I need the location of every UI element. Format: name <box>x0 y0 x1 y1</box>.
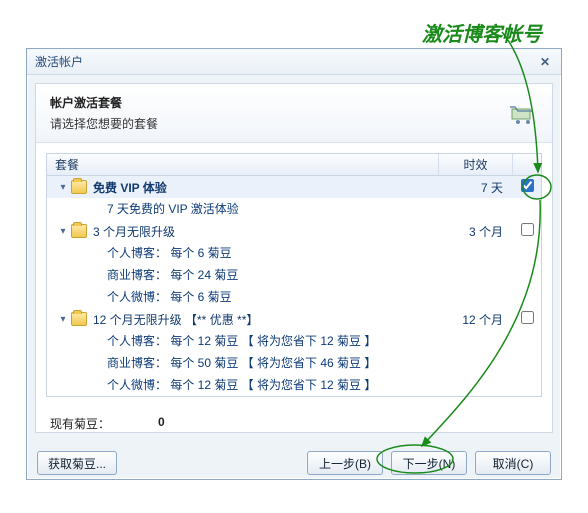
column-headers: 套餐 时效 <box>47 154 541 176</box>
folder-icon <box>71 312 87 326</box>
plan-row-12month[interactable]: ▾ 12 个月无限升级 【** 优惠 **】 12 个月 <box>47 308 541 330</box>
dialog-header: 帐户激活套餐 请选择您想要的套餐 <box>36 84 552 143</box>
next-button[interactable]: 下一步(N) <box>391 451 467 475</box>
expand-icon[interactable]: ▾ <box>57 182 69 193</box>
expand-icon[interactable]: ▾ <box>57 226 69 237</box>
plan-row-free-vip[interactable]: ▾ 免费 VIP 体验 7 天 <box>47 176 541 198</box>
plan-checkbox-free[interactable] <box>521 179 534 192</box>
plan-detail: 商业博客： 每个 24 菊豆 <box>47 264 541 286</box>
back-button[interactable]: 上一步(B) <box>307 451 383 475</box>
folder-icon <box>71 224 87 238</box>
plan-detail: 商业博客： 每个 50 菊豆 【 将为您省下 46 菊豆 】 <box>47 352 541 374</box>
cart-icon <box>506 99 538 127</box>
plan-duration: 12 个月 <box>439 311 513 328</box>
expand-icon[interactable]: ▾ <box>57 314 69 325</box>
col-plan[interactable]: 套餐 <box>47 154 439 175</box>
plan-duration: 3 个月 <box>439 223 513 240</box>
cancel-button[interactable]: 取消(C) <box>475 451 551 475</box>
plan-checkbox-12m[interactable] <box>521 311 534 324</box>
plan-name: 12 个月无限升级 【** 优惠 **】 <box>93 311 439 328</box>
plan-name: 免费 VIP 体验 <box>93 179 439 196</box>
balance-row: 现有菊豆： 0 <box>36 407 552 440</box>
close-icon[interactable]: ✕ <box>537 54 553 70</box>
header-subtitle: 请选择您想要的套餐 <box>50 115 158 132</box>
plan-detail: 7 天免费的 VIP 激活体验 <box>47 198 541 220</box>
plan-duration: 7 天 <box>439 179 513 196</box>
dialog-title: 激活帐户 <box>35 49 83 75</box>
balance-label: 现有菊豆： <box>50 415 110 432</box>
get-beans-button[interactable]: 获取菊豆... <box>37 451 117 475</box>
plan-name: 3 个月无限升级 <box>93 223 439 240</box>
plan-detail: 个人博客： 每个 6 菊豆 <box>47 242 541 264</box>
plan-detail: 个人微博： 每个 6 菊豆 <box>47 286 541 308</box>
button-row: 获取菊豆... 上一步(B) 下一步(N) 取消(C) <box>27 441 561 485</box>
brand-text: 激活博客帐号 <box>422 18 542 47</box>
plan-list: ▾ 免费 VIP 体验 7 天 7 天免费的 VIP 激活体验 ▾ 3 个月无限… <box>47 176 541 396</box>
col-duration[interactable]: 时效 <box>439 154 513 175</box>
titlebar: 激活帐户 ✕ <box>27 49 561 75</box>
plan-row-3month[interactable]: ▾ 3 个月无限升级 3 个月 <box>47 220 541 242</box>
folder-icon <box>71 180 87 194</box>
plans-panel: 套餐 时效 ▾ 免费 VIP 体验 7 天 7 天免费的 VIP 激活体验 ▾ <box>46 153 542 397</box>
col-select <box>513 154 541 175</box>
balance-value: 0 <box>158 415 165 432</box>
header-title: 帐户激活套餐 <box>50 94 158 111</box>
plan-detail: 个人微博： 每个 12 菊豆 【 将为您省下 12 菊豆 】 <box>47 374 541 396</box>
dialog-inner: 帐户激活套餐 请选择您想要的套餐 套餐 时效 <box>35 83 553 433</box>
plan-detail: 个人博客： 每个 12 菊豆 【 将为您省下 12 菊豆 】 <box>47 330 541 352</box>
plan-checkbox-3m[interactable] <box>521 223 534 236</box>
activation-dialog: 激活帐户 ✕ 帐户激活套餐 请选择您想要的套餐 套餐 时效 <box>26 48 562 480</box>
